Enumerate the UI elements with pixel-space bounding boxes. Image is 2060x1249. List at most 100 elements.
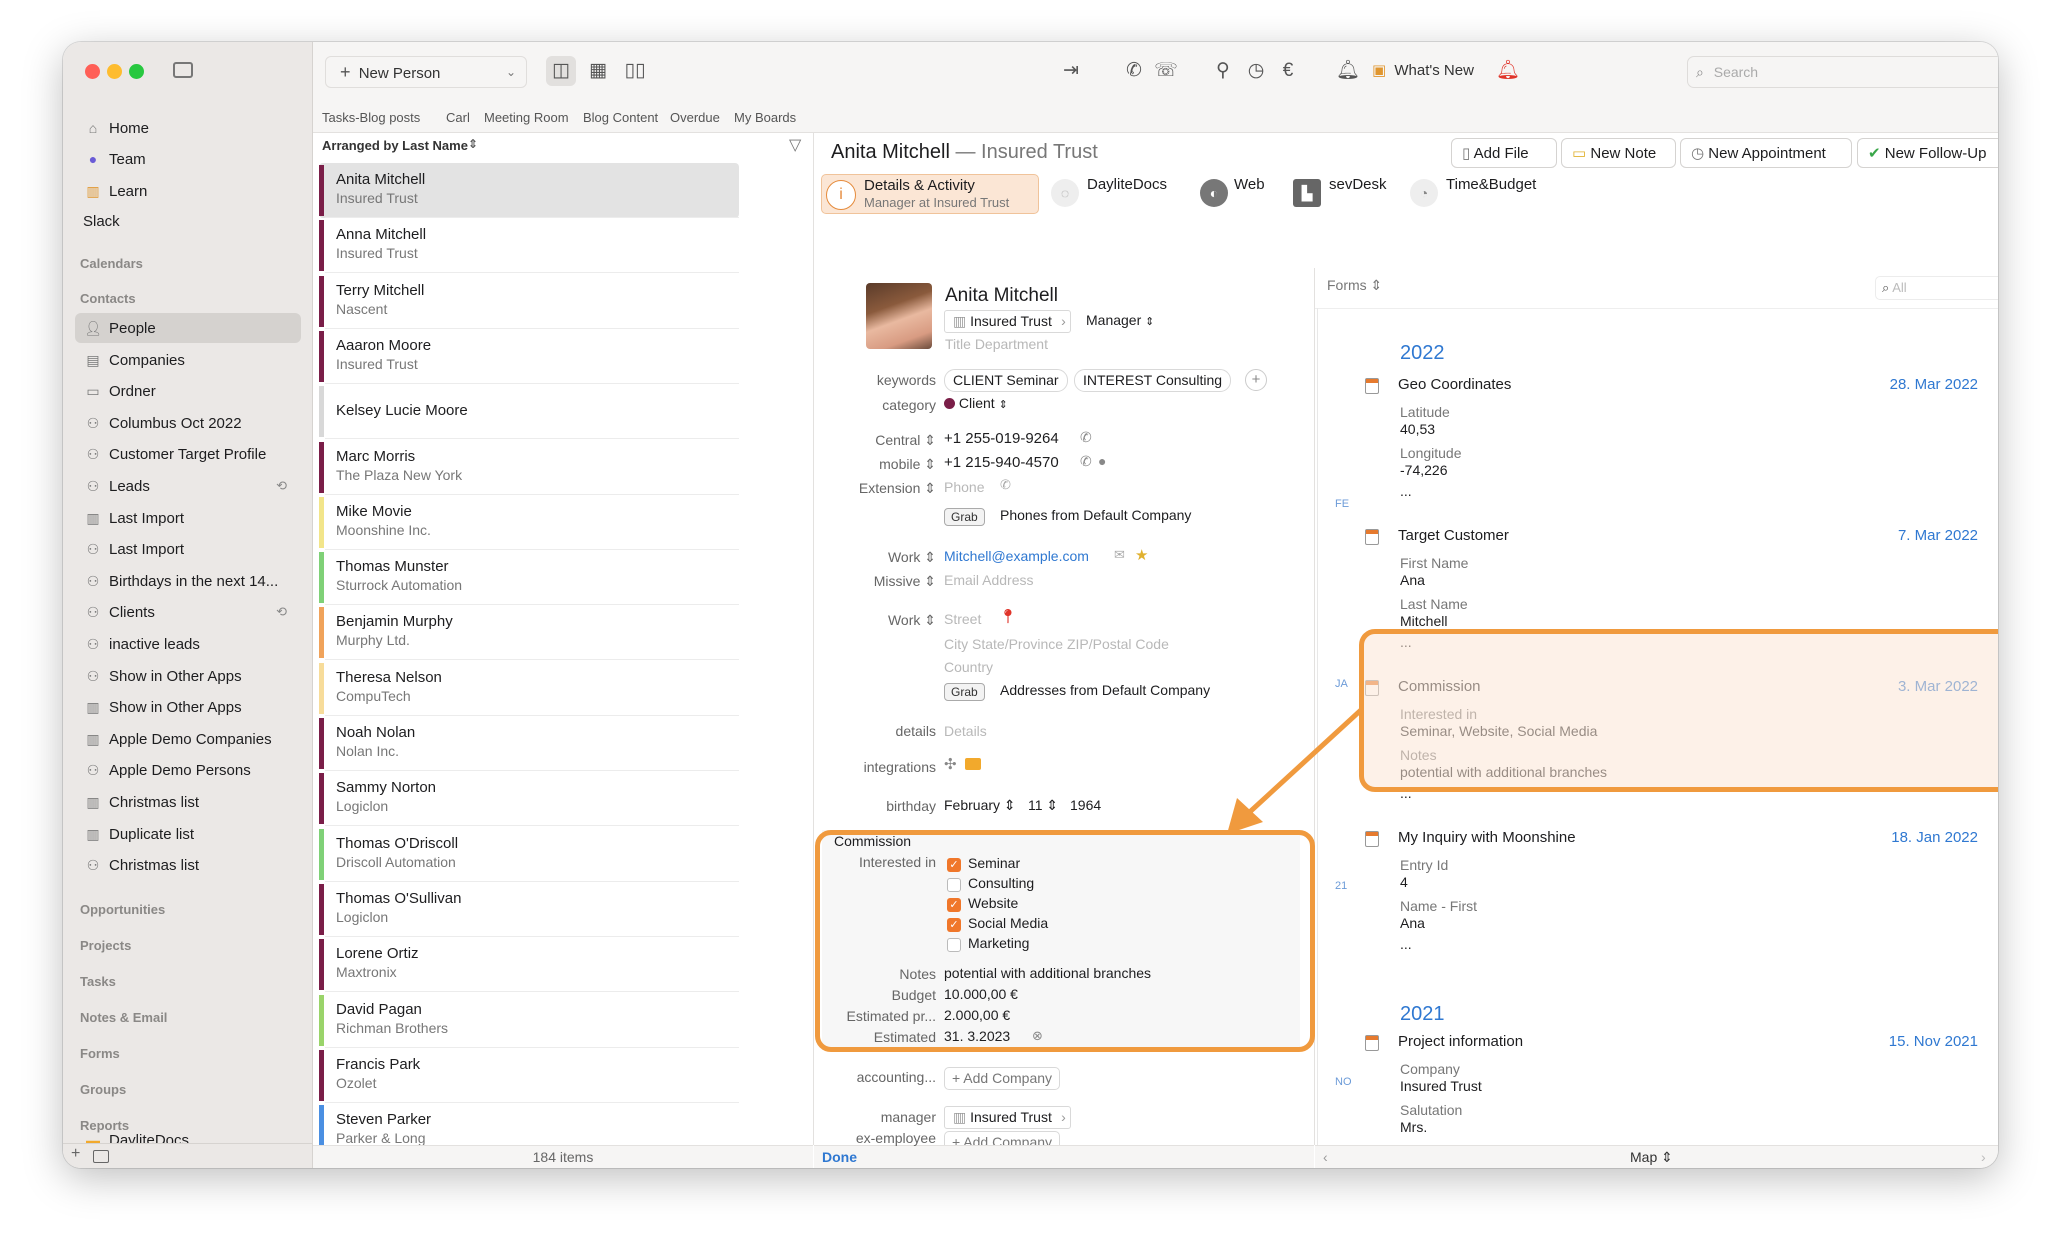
board-carl[interactable]: Carl <box>446 110 470 125</box>
list-item[interactable]: Marc Morris The Plaza New York <box>319 440 739 495</box>
list-item[interactable]: Aaaron Moore Insured Trust <box>319 329 739 384</box>
sidebar-item-last-import[interactable]: ▥ Last Import <box>75 503 301 533</box>
email-work[interactable]: Mitchell@example.com <box>944 548 1089 564</box>
list-item[interactable]: Sammy Norton Logiclon <box>319 771 739 827</box>
notification-bell-icon[interactable]: 🔔︎ <box>1493 56 1523 86</box>
timeline-entry-date[interactable]: 28. Mar 2022 <box>1890 376 1978 393</box>
board-my-boards[interactable]: My Boards <box>734 110 796 125</box>
manager-company-chip[interactable]: ▥ Insured Trust › <box>944 1106 1071 1129</box>
avatar[interactable] <box>866 283 932 349</box>
import-icon[interactable]: ⇥ <box>1056 56 1086 86</box>
bell-alert-icon[interactable]: 🔔︎ <box>1333 56 1363 86</box>
sidebar-item-birthdays-in-the-next-14[interactable]: ⚇ Birthdays in the next 14... <box>75 566 301 596</box>
sidebar-item-duplicate-list[interactable]: ▥ Duplicate list <box>75 819 301 849</box>
list-item[interactable]: Benjamin Murphy Murphy Ltd. <box>319 605 739 661</box>
add-icon[interactable]: + <box>71 1145 80 1163</box>
sidebar-item-leads[interactable]: ⚇ Leads ⟲ <box>75 471 301 501</box>
sidebar-item-christmas-list[interactable]: ▥ Christmas list <box>75 787 301 817</box>
grab-phones-button[interactable]: Grab <box>944 508 985 526</box>
role-selector[interactable]: Manager ⇕ <box>1086 312 1154 328</box>
contact-call-icon[interactable]: ☏ <box>1151 56 1181 86</box>
whats-new-button[interactable]: ▣ What's New <box>1366 56 1481 86</box>
sidebar-item-people[interactable]: 👤︎ People <box>75 313 301 343</box>
sidebar-item-columbus-oct-2022[interactable]: ⚇ Columbus Oct 2022 <box>75 408 301 438</box>
sidebar-section-opportunities[interactable]: Opportunities <box>80 902 165 917</box>
list-item[interactable]: Francis Park Ozolet <box>319 1048 739 1103</box>
birthday-month[interactable]: February ⇕ <box>944 797 1016 814</box>
list-item[interactable]: Theresa Nelson CompuTech <box>319 661 739 716</box>
keyword-chip-interest-consulting[interactable]: INTEREST Consulting <box>1074 369 1232 392</box>
close-window-button[interactable] <box>85 64 100 79</box>
timeline-search-field[interactable]: ⌕ All <box>1875 276 1998 300</box>
sidebar-item-ordner[interactable]: ▭ Ordner <box>75 376 301 406</box>
timeline-entry-date[interactable]: 7. Mar 2022 <box>1898 527 1978 544</box>
calendar-icon[interactable] <box>93 1150 109 1163</box>
sidebar-section-notes-email[interactable]: Notes & Email <box>80 1010 167 1025</box>
sidebar-section-contacts[interactable]: Contacts <box>80 291 136 306</box>
board-blog-content[interactable]: Blog Content <box>583 110 658 125</box>
grab-addresses-button[interactable]: Grab <box>944 683 985 701</box>
euro-icon[interactable]: € <box>1273 56 1303 86</box>
list-item[interactable]: Anita Mitchell Insured Trust <box>319 163 739 218</box>
call-icon[interactable]: ✆ <box>1119 56 1149 86</box>
company-chip[interactable]: ▥ Insured Trust › <box>944 310 1071 333</box>
phone-central[interactable]: +1 255-019-9264 <box>944 430 1059 447</box>
sidebar-item-slack[interactable]: Slack <box>75 207 301 237</box>
timeline-entry-title[interactable]: My Inquiry with Moonshine <box>1398 829 1576 846</box>
phone-mobile[interactable]: +1 215-940-4570 <box>944 454 1059 471</box>
split-view-icon[interactable]: ◫ <box>546 56 576 86</box>
board-meeting-room[interactable]: Meeting Room <box>484 110 569 125</box>
add-company-button-accounting[interactable]: + Add Company <box>944 1067 1061 1090</box>
folder-icon[interactable] <box>965 758 981 770</box>
zoom-window-button[interactable] <box>129 64 144 79</box>
list-item[interactable]: Thomas O'Driscoll Driscoll Automation <box>319 827 739 882</box>
sidebar-item-show-in-other-apps[interactable]: ⚇ Show in Other Apps <box>75 661 301 691</box>
sidebar-item-last-import[interactable]: ⚇ Last Import <box>75 534 301 564</box>
list-item[interactable]: Lorene Ortiz Maxtronix <box>319 937 739 993</box>
mail-icon[interactable]: ✉ <box>1114 547 1125 563</box>
message-icon[interactable]: ● <box>1098 453 1106 469</box>
chevron-down-icon[interactable]: ⌄ <box>506 57 516 87</box>
sidebar-item-show-in-other-apps[interactable]: ▥ Show in Other Apps <box>75 692 301 722</box>
search-field[interactable]: ⌕ Search <box>1687 56 1998 88</box>
timer-person-icon[interactable]: ⚲ <box>1208 56 1238 86</box>
star-icon[interactable]: ★ <box>1135 546 1148 564</box>
sidebar-item-apple-demo-persons[interactable]: ⚇ Apple Demo Persons <box>75 755 301 785</box>
timeline-filter-selector[interactable]: Forms ⇕ <box>1327 277 1382 294</box>
list-item[interactable]: David Pagan Richman Brothers <box>319 993 739 1048</box>
sidebar-section-groups[interactable]: Groups <box>80 1082 126 1097</box>
map-pin-icon[interactable]: 📍︎ <box>999 608 1017 625</box>
details-field[interactable]: Details <box>944 723 987 739</box>
board-tasks-blog-posts[interactable]: Tasks-Blog posts <box>322 110 420 125</box>
sidebar-section-projects[interactable]: Projects <box>80 938 131 953</box>
timeline-entry-title[interactable]: Target Customer <box>1398 527 1509 544</box>
done-button[interactable]: Done <box>822 1146 857 1168</box>
birthday-year[interactable]: 1964 <box>1070 797 1101 813</box>
list-item[interactable]: Terry Mitchell Nascent <box>319 274 739 329</box>
filter-icon[interactable]: ▽ <box>789 135 801 155</box>
chevron-left-icon[interactable]: ‹ <box>1323 1146 1328 1168</box>
add-file-button[interactable]: ▯ Add File <box>1451 138 1557 168</box>
new-appointment-button[interactable]: ◷ New Appointment <box>1680 138 1852 168</box>
list-item[interactable]: Anna Mitchell Insured Trust <box>319 218 739 274</box>
tab-details-activity[interactable]: i Details & Activity Manager at Insured … <box>821 174 1039 214</box>
new-note-button[interactable]: ▭ New Note <box>1561 138 1676 168</box>
address-label-work[interactable]: Work ⇕ <box>814 612 936 629</box>
phone-call-icon[interactable]: ✆ <box>1000 477 1011 493</box>
list-item[interactable]: Kelsey Lucie Moore <box>319 384 739 440</box>
list-item[interactable]: Thomas O'Sullivan Logiclon <box>319 882 739 937</box>
sidebar-item-customer-target-profile[interactable]: ⚇ Customer Target Profile <box>75 439 301 469</box>
timeline-entry-date[interactable]: 15. Nov 2021 <box>1889 1033 1978 1050</box>
sidebar-section-forms[interactable]: Forms <box>80 1046 120 1061</box>
new-person-button[interactable]: + New Person ⌄ <box>325 56 527 88</box>
chevron-right-icon[interactable]: › <box>1981 1146 1986 1168</box>
sidebar-item-apple-demo-companies[interactable]: ▥ Apple Demo Companies <box>75 724 301 754</box>
slack-icon[interactable]: ✣ <box>944 755 957 773</box>
tab-daylitedocs[interactable]: ◌ DayliteDocs <box>1047 174 1187 214</box>
sidebar-item-inactive-leads[interactable]: ⚇ inactive leads <box>75 629 301 659</box>
phone-label-mobile[interactable]: mobile ⇕ <box>814 456 936 473</box>
phone-call-icon[interactable]: ✆ <box>1080 453 1092 470</box>
phone-label-central[interactable]: Central ⇕ <box>814 432 936 449</box>
keyword-chip-client-seminar[interactable]: CLIENT Seminar <box>944 369 1068 392</box>
tab-sevdesk[interactable]: ▙ sevDesk <box>1289 174 1389 214</box>
